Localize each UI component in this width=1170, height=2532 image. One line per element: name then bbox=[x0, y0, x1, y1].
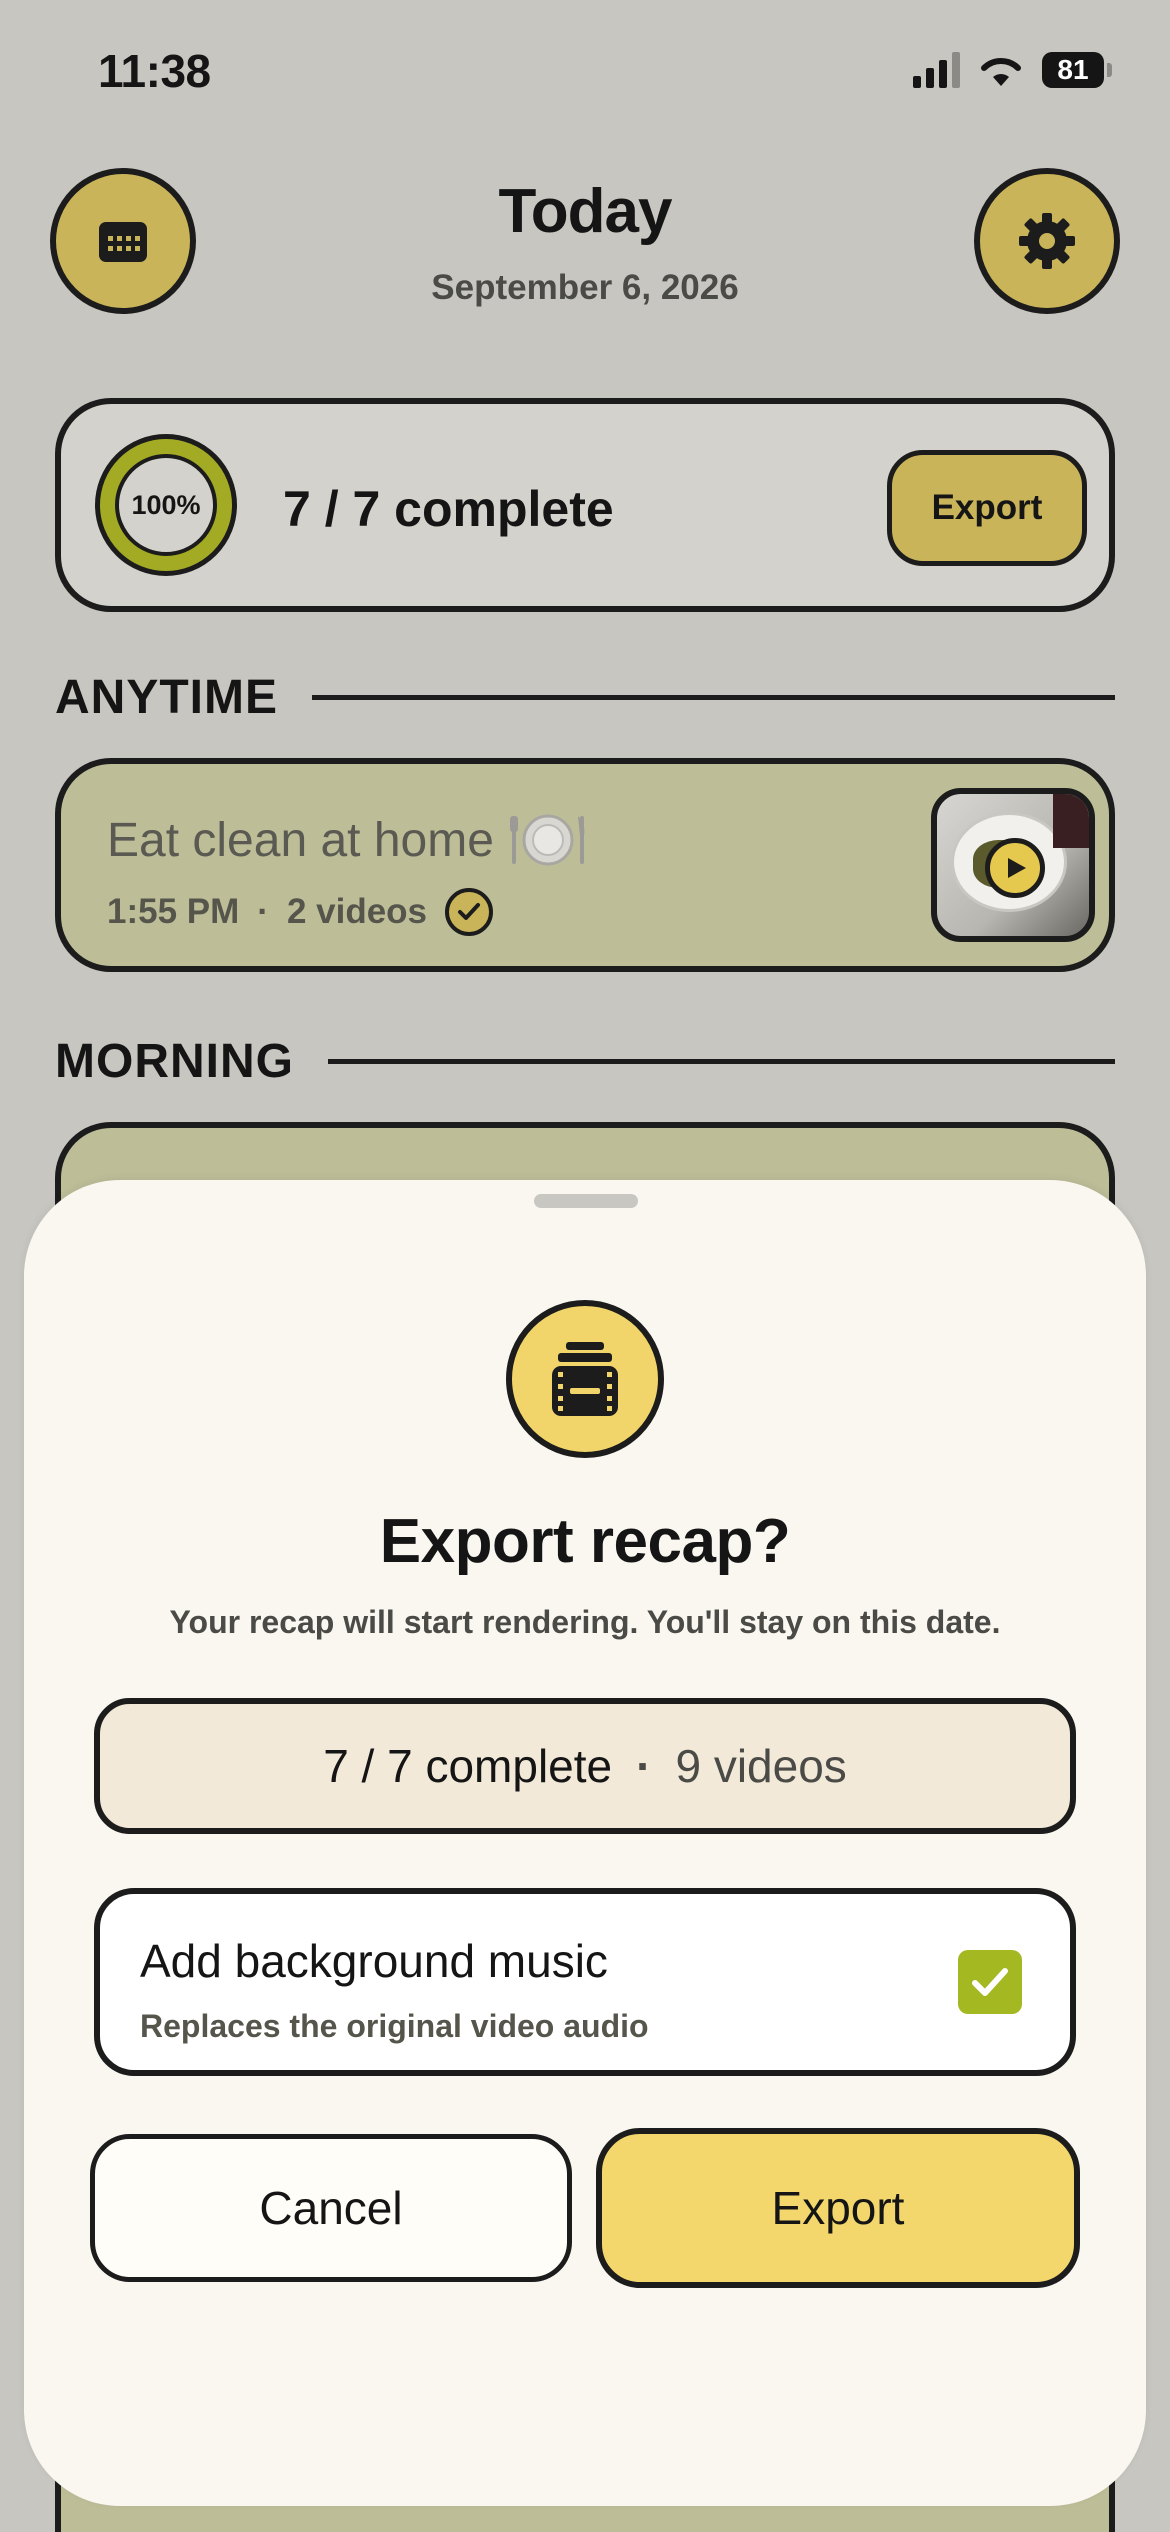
background-music-option[interactable]: Add background music Replaces the origin… bbox=[94, 1888, 1076, 2076]
battery-indicator: 81 bbox=[1042, 52, 1112, 88]
gear-icon bbox=[1019, 213, 1075, 269]
cancel-button[interactable]: Cancel bbox=[90, 2134, 572, 2282]
video-thumbnail[interactable] bbox=[931, 788, 1095, 942]
progress-card: 100% 7 / 7 complete Export bbox=[55, 398, 1115, 612]
wifi-icon bbox=[981, 57, 1021, 86]
confirm-export-button[interactable]: Export bbox=[596, 2128, 1080, 2288]
task-title: Eat clean at home bbox=[107, 813, 494, 867]
export-summary: 7 / 7 complete · 9 videos bbox=[94, 1698, 1076, 1834]
film-stack-icon bbox=[506, 1300, 664, 1458]
sheet-title: Export recap? bbox=[379, 1507, 791, 1576]
settings-button[interactable] bbox=[974, 168, 1120, 314]
section-label: MORNING bbox=[55, 1035, 294, 1088]
thumbnail-background bbox=[1053, 794, 1089, 848]
cellular-signal-icon bbox=[913, 52, 960, 88]
section-divider bbox=[312, 695, 1115, 700]
meta-separator: · bbox=[257, 892, 269, 931]
export-button[interactable]: Export bbox=[887, 450, 1087, 566]
task-time: 1:55 PM bbox=[107, 892, 240, 931]
task-title-row: Eat clean at home bbox=[107, 812, 586, 868]
summary-complete: 7 / 7 complete bbox=[323, 1740, 613, 1792]
battery-icon: 81 bbox=[1042, 52, 1104, 88]
summary-separator: · bbox=[636, 1740, 652, 1792]
export-sheet: Export recap? Your recap will start rend… bbox=[24, 1180, 1146, 2506]
music-option-subtitle: Replaces the original video audio bbox=[140, 2008, 649, 2044]
music-option-title: Add background music bbox=[140, 1935, 608, 1987]
play-icon[interactable] bbox=[985, 838, 1045, 898]
section-label: ANYTIME bbox=[55, 671, 278, 724]
task-meta: 1:55 PM · 2 videos bbox=[107, 888, 494, 936]
progress-ring: 100% bbox=[95, 434, 237, 576]
section-header-anytime: ANYTIME bbox=[55, 670, 1115, 725]
progress-summary: 7 / 7 complete bbox=[283, 481, 614, 537]
summary-videos: 9 videos bbox=[675, 1740, 847, 1792]
task-card[interactable]: Eat clean at home 1:55 PM · 2 videos bbox=[55, 758, 1115, 972]
music-checkbox[interactable] bbox=[958, 1950, 1022, 2014]
status-time: 11:38 bbox=[98, 45, 211, 97]
plate-utensils-icon bbox=[509, 814, 585, 866]
progress-percent: 100% bbox=[115, 454, 217, 556]
checkmark-icon bbox=[972, 1968, 1008, 1996]
sheet-grabber[interactable] bbox=[534, 1194, 638, 1208]
section-divider bbox=[327, 1059, 1115, 1064]
status-indicators: 81 bbox=[913, 52, 1112, 88]
completed-check-icon bbox=[445, 888, 494, 936]
section-header-morning: MORNING bbox=[55, 1034, 1115, 1089]
task-video-count: 2 videos bbox=[286, 892, 428, 931]
today-screen: 11:38 81 Today September 6, 2026 100% 7 … bbox=[0, 0, 1170, 2532]
sheet-subtitle: Your recap will start rendering. You'll … bbox=[169, 1604, 1001, 1640]
